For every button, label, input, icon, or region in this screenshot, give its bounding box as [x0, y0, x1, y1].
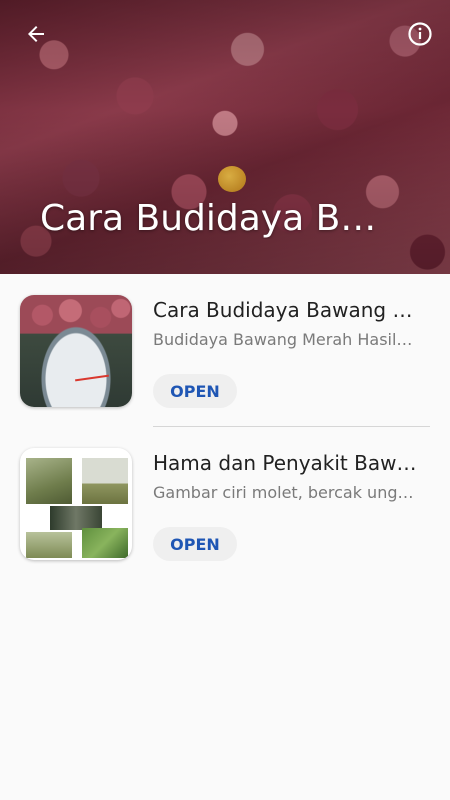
- header-banner: Cara Budidaya Ba…: [0, 0, 450, 274]
- item-subtitle: Budidaya Bawang Merah Hasil…: [153, 330, 413, 349]
- onion-scale-thumbnail: [20, 295, 132, 407]
- collage-photo: [26, 532, 72, 558]
- arrow-back-icon: [24, 22, 48, 50]
- open-button[interactable]: OPEN: [153, 374, 237, 408]
- article-list: Cara Budidaya Bawang M… Budidaya Bawang …: [0, 274, 450, 561]
- info-icon: [407, 21, 433, 51]
- item-title: Cara Budidaya Bawang M…: [153, 298, 428, 322]
- list-divider: [153, 426, 430, 427]
- collage-photo: [26, 458, 72, 504]
- pest-collage-thumbnail: [20, 448, 132, 560]
- back-button[interactable]: [18, 18, 54, 54]
- collage-photo: [82, 528, 128, 558]
- scale-needle: [75, 374, 109, 382]
- info-button[interactable]: [402, 18, 438, 54]
- item-title: Hama dan Penyakit Bawa…: [153, 451, 428, 475]
- item-subtitle: Gambar ciri molet, bercak ungu…: [153, 483, 423, 502]
- collage-photo: [82, 458, 128, 504]
- collage-photo: [50, 506, 102, 530]
- list-item[interactable]: Cara Budidaya Bawang M… Budidaya Bawang …: [0, 274, 450, 427]
- open-button[interactable]: OPEN: [153, 527, 237, 561]
- page-title: Cara Budidaya Ba…: [40, 198, 385, 239]
